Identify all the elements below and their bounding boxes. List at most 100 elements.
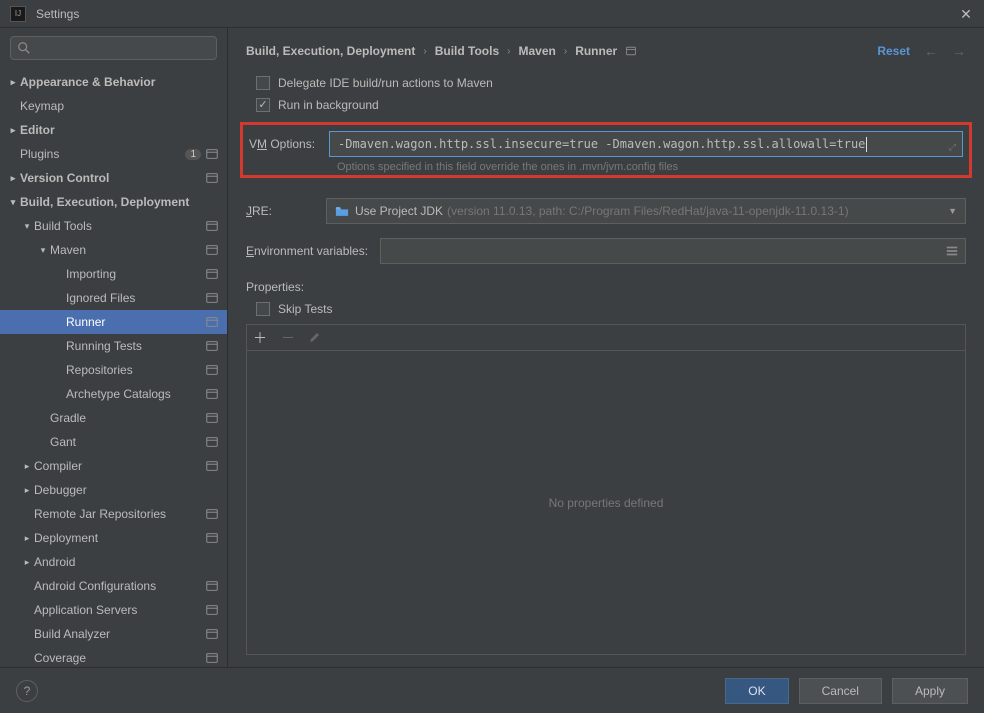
tree-arrow-icon: ▾ bbox=[6, 197, 20, 208]
tree-arrow-icon: ▸ bbox=[20, 461, 34, 472]
sidebar-item-importing[interactable]: Importing bbox=[0, 262, 227, 286]
apply-button[interactable]: Apply bbox=[892, 678, 968, 704]
crumb-2[interactable]: Maven bbox=[518, 44, 555, 58]
sidebar-item-label: Android Configurations bbox=[34, 579, 205, 593]
close-icon[interactable]: ✕ bbox=[958, 6, 974, 22]
sidebar-item-ignored-files[interactable]: Ignored Files bbox=[0, 286, 227, 310]
sidebar-item-label: Coverage bbox=[34, 651, 205, 665]
settings-tree: ▸Appearance & BehaviorKeymap▸EditorPlugi… bbox=[0, 68, 227, 667]
sidebar-item-remote-jar-repositories[interactable]: Remote Jar Repositories bbox=[0, 502, 227, 526]
properties-panel: No properties defined bbox=[246, 350, 966, 655]
sidebar-item-label: Build, Execution, Deployment bbox=[20, 195, 219, 209]
crumb-0[interactable]: Build, Execution, Deployment bbox=[246, 44, 415, 58]
sidebar-item-label: Editor bbox=[20, 123, 219, 137]
sidebar-item-repositories[interactable]: Repositories bbox=[0, 358, 227, 382]
sidebar-item-runner[interactable]: Runner bbox=[0, 310, 227, 334]
sidebar-item-plugins[interactable]: Plugins1 bbox=[0, 142, 227, 166]
sidebar-item-gant[interactable]: Gant bbox=[0, 430, 227, 454]
properties-label: Properties: bbox=[246, 280, 966, 294]
window-title: Settings bbox=[36, 7, 958, 21]
tree-arrow-icon: ▸ bbox=[20, 557, 34, 568]
sidebar-item-label: Archetype Catalogs bbox=[66, 387, 205, 401]
vm-options-input[interactable]: -Dmaven.wagon.http.ssl.insecure=true -Dm… bbox=[329, 131, 963, 157]
skip-tests-checkbox[interactable] bbox=[256, 302, 270, 316]
tree-arrow-icon: ▾ bbox=[36, 245, 50, 256]
sidebar-item-build-execution-deployment[interactable]: ▾Build, Execution, Deployment bbox=[0, 190, 227, 214]
sidebar-item-keymap[interactable]: Keymap bbox=[0, 94, 227, 118]
tree-arrow-icon: ▸ bbox=[6, 125, 20, 136]
help-button[interactable]: ? bbox=[16, 680, 38, 702]
sidebar-item-label: Deployment bbox=[34, 531, 205, 545]
chevron-right-icon: › bbox=[564, 46, 567, 57]
edit-button[interactable] bbox=[309, 330, 321, 346]
sidebar-item-label: Build Tools bbox=[34, 219, 205, 233]
sidebar-item-compiler[interactable]: ▸Compiler bbox=[0, 454, 227, 478]
sidebar-item-build-tools[interactable]: ▾Build Tools bbox=[0, 214, 227, 238]
list-icon[interactable] bbox=[945, 244, 959, 258]
background-row: Run in background bbox=[256, 98, 966, 112]
properties-toolbar: ＋ － bbox=[246, 324, 966, 350]
sidebar-item-android-configurations[interactable]: Android Configurations bbox=[0, 574, 227, 598]
sidebar-item-label: Android bbox=[34, 555, 219, 569]
delegate-label: Delegate IDE build/run actions to Maven bbox=[278, 76, 493, 90]
crumb-3[interactable]: Runner bbox=[575, 44, 617, 58]
dialog-footer: ? OK Cancel Apply bbox=[0, 667, 984, 713]
background-label: Run in background bbox=[278, 98, 379, 112]
ok-button[interactable]: OK bbox=[725, 678, 788, 704]
sidebar-item-label: Application Servers bbox=[34, 603, 205, 617]
sidebar-item-gradle[interactable]: Gradle bbox=[0, 406, 227, 430]
titlebar: IJ Settings ✕ bbox=[0, 0, 984, 28]
sidebar-item-editor[interactable]: ▸Editor bbox=[0, 118, 227, 142]
update-badge: 1 bbox=[185, 149, 201, 160]
sidebar-item-label: Appearance & Behavior bbox=[20, 75, 219, 89]
jre-value: Use Project JDK bbox=[355, 204, 443, 218]
env-row: Environment variables: bbox=[246, 238, 966, 264]
vm-options-value: -Dmaven.wagon.http.ssl.insecure=true -Dm… bbox=[338, 137, 865, 151]
sidebar-item-application-servers[interactable]: Application Servers bbox=[0, 598, 227, 622]
sidebar-item-label: Keymap bbox=[20, 99, 219, 113]
chevron-down-icon: ▼ bbox=[948, 206, 957, 216]
sidebar-item-label: Runner bbox=[66, 315, 205, 329]
pencil-icon bbox=[309, 331, 321, 343]
sidebar-item-android[interactable]: ▸Android bbox=[0, 550, 227, 574]
sidebar-item-debugger[interactable]: ▸Debugger bbox=[0, 478, 227, 502]
search-input[interactable] bbox=[10, 36, 217, 60]
env-input[interactable] bbox=[380, 238, 966, 264]
sidebar-item-maven[interactable]: ▾Maven bbox=[0, 238, 227, 262]
delegate-checkbox[interactable] bbox=[256, 76, 270, 90]
nav-forward-icon[interactable]: → bbox=[952, 43, 966, 59]
nav-back-icon[interactable]: ← bbox=[924, 43, 938, 59]
settings-content: Build, Execution, Deployment › Build Too… bbox=[228, 28, 984, 667]
add-button[interactable]: ＋ bbox=[253, 328, 267, 348]
remove-button[interactable]: － bbox=[281, 328, 295, 348]
scope-icon bbox=[625, 45, 637, 57]
cancel-button[interactable]: Cancel bbox=[799, 678, 882, 704]
sidebar-item-build-analyzer[interactable]: Build Analyzer bbox=[0, 622, 227, 646]
sidebar-item-archetype-catalogs[interactable]: Archetype Catalogs bbox=[0, 382, 227, 406]
skip-tests-label: Skip Tests bbox=[278, 302, 332, 316]
app-icon: IJ bbox=[10, 6, 26, 22]
vm-options-highlight: VM Options: -Dmaven.wagon.http.ssl.insec… bbox=[240, 122, 972, 178]
sidebar-item-deployment[interactable]: ▸Deployment bbox=[0, 526, 227, 550]
sidebar-item-version-control[interactable]: ▸Version Control bbox=[0, 166, 227, 190]
sidebar-item-label: Importing bbox=[66, 267, 205, 281]
sidebar-item-label: Repositories bbox=[66, 363, 205, 377]
sidebar-item-coverage[interactable]: Coverage bbox=[0, 646, 227, 667]
search-icon bbox=[17, 41, 31, 55]
sidebar-item-label: Ignored Files bbox=[66, 291, 205, 305]
sidebar-item-label: Maven bbox=[50, 243, 205, 257]
sidebar-item-label: Debugger bbox=[34, 483, 219, 497]
tree-arrow-icon: ▸ bbox=[6, 77, 20, 88]
chevron-right-icon: › bbox=[423, 46, 426, 57]
crumb-1[interactable]: Build Tools bbox=[435, 44, 499, 58]
reset-link[interactable]: Reset bbox=[877, 44, 910, 58]
tree-arrow-icon: ▸ bbox=[20, 533, 34, 544]
sidebar-item-label: Build Analyzer bbox=[34, 627, 205, 641]
sidebar-item-running-tests[interactable]: Running Tests bbox=[0, 334, 227, 358]
jre-select[interactable]: Use Project JDK (version 11.0.13, path: … bbox=[326, 198, 966, 224]
expand-icon[interactable]: ⤢ bbox=[949, 143, 956, 153]
sidebar-item-appearance-behavior[interactable]: ▸Appearance & Behavior bbox=[0, 70, 227, 94]
background-checkbox[interactable] bbox=[256, 98, 270, 112]
tree-arrow-icon: ▸ bbox=[20, 485, 34, 496]
skip-tests-row: Skip Tests bbox=[256, 302, 966, 316]
